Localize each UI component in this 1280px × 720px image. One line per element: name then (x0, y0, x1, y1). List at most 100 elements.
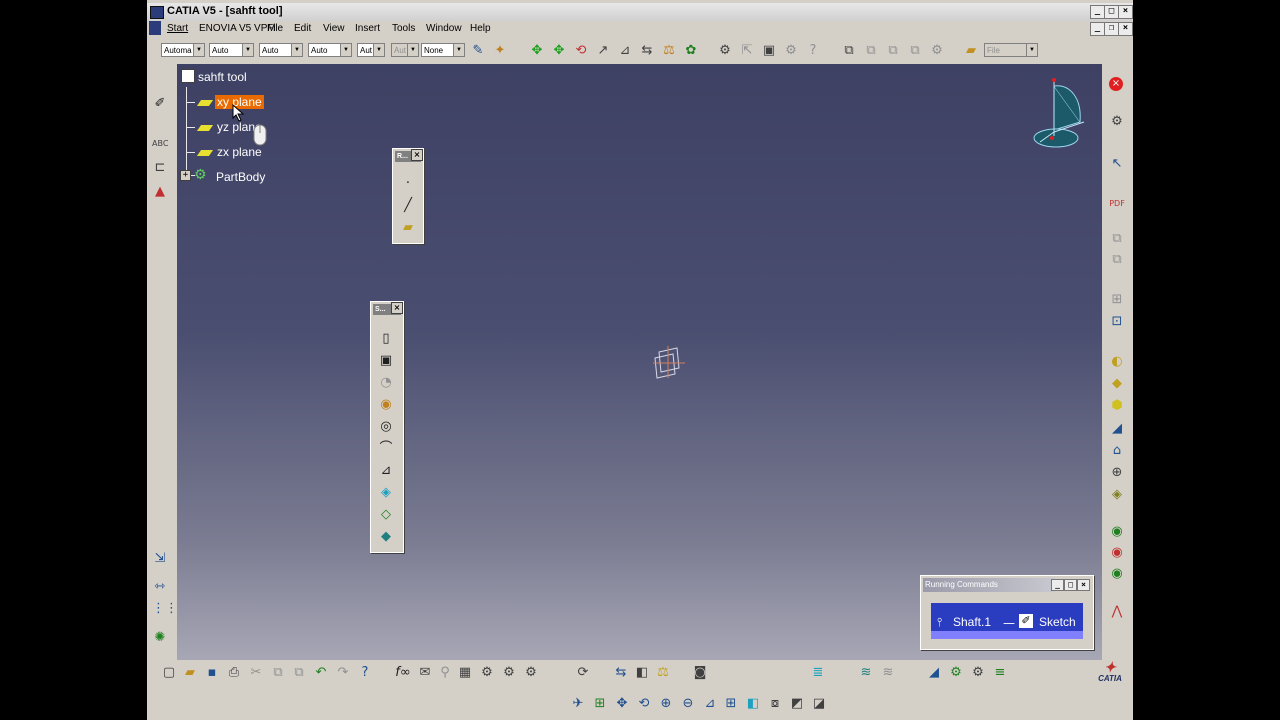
gear-icon[interactable]: ⚙ (970, 665, 986, 681)
point-icon[interactable]: · (399, 175, 417, 193)
remove-icon[interactable]: ◉ (1109, 545, 1125, 561)
assembly-icon[interactable]: ⚙ (948, 665, 964, 681)
menu-view[interactable]: View (323, 23, 345, 34)
pan-view-icon[interactable]: ✥ (614, 696, 630, 712)
hide-show-icon[interactable]: ◧ (634, 665, 650, 681)
catia-app-icon[interactable] (150, 6, 164, 19)
menu-tools[interactable]: Tools (392, 23, 415, 34)
tree-item-partbody[interactable]: PartBody (216, 170, 265, 184)
close-button[interactable]: × (1118, 5, 1133, 19)
parameters-icon[interactable]: ⚙ (929, 43, 945, 59)
analysis-tool-icon[interactable]: ≡ (992, 665, 1008, 681)
update-icon[interactable]: ⟳ (575, 665, 591, 681)
feature-icon[interactable]: ◢ (926, 665, 942, 681)
doc-restore-button[interactable]: ❐ (1104, 22, 1119, 36)
help-icon[interactable]: ? (805, 43, 821, 59)
color-combo[interactable]: Automa ▼ (161, 43, 205, 57)
fillet-icon[interactable]: ◐ (1109, 354, 1125, 370)
frame-icon[interactable]: ⊡ (1109, 314, 1125, 330)
transparency-combo[interactable]: Auto ▼ (209, 43, 254, 57)
cut-icon[interactable]: ✂ (248, 665, 264, 681)
shading-icon[interactable]: ⧇ (767, 696, 783, 712)
maximize-button[interactable]: □ (1104, 5, 1119, 19)
menu-start[interactable]: Start (167, 23, 188, 34)
running-minimize-button[interactable]: _ (1051, 579, 1064, 591)
text-icon[interactable]: ABC (152, 136, 168, 152)
measure-icon[interactable]: ⇆ (639, 43, 655, 59)
running-maximize-button[interactable]: □ (1064, 579, 1077, 591)
constraint-tool-icon[interactable]: ⇿ (152, 579, 168, 595)
reference-icon[interactable]: ⊏ (152, 160, 168, 176)
whats-this-icon[interactable]: ? (357, 665, 373, 681)
knowledge-icon[interactable]: ⚲ (437, 665, 453, 681)
hole-icon[interactable]: ◎ (377, 418, 395, 436)
menu-edit[interactable]: Edit (294, 23, 311, 34)
thread-icon[interactable]: ◈ (1109, 487, 1125, 503)
menu-enovia[interactable]: ENOVIA V5 VPM (199, 23, 276, 34)
boolean-icon[interactable]: ◉ (1109, 524, 1125, 540)
normal-view-icon[interactable]: ⊿ (702, 696, 718, 712)
zoom-out-icon[interactable]: ⊖ (680, 696, 696, 712)
apply-icon[interactable]: ⚙ (783, 43, 799, 59)
exit-workbench-icon[interactable]: × (1109, 77, 1123, 91)
tree-item-zx-plane[interactable]: zx plane (217, 145, 262, 159)
pdf-icon[interactable]: PDF (1109, 196, 1125, 212)
law-icon[interactable]: ⚙ (501, 665, 517, 681)
sketcher-icon[interactable]: ✐ (152, 96, 168, 112)
expand-toggle-icon[interactable]: + (180, 170, 191, 181)
menu-file[interactable]: File (267, 23, 283, 34)
rotate-icon[interactable]: ⟲ (573, 43, 589, 59)
wireframe-icon[interactable]: ≋ (858, 665, 874, 681)
design-table-icon[interactable]: ⚙ (523, 665, 539, 681)
minimize-button[interactable]: _ (1090, 5, 1105, 19)
pan-icon[interactable]: ✥ (529, 43, 545, 59)
target-icon[interactable]: ⊕ (1109, 465, 1125, 481)
zoom-in-icon[interactable]: ⊕ (658, 696, 674, 712)
camera-icon[interactable]: ◙ (692, 665, 708, 681)
undo-icon[interactable]: ↶ (313, 665, 329, 681)
running-close-button[interactable]: × (1077, 579, 1090, 591)
paste-icon[interactable]: ⧉ (1109, 252, 1125, 268)
menu-window[interactable]: Window (426, 23, 462, 34)
scale-icon[interactable]: ⇱ (739, 43, 755, 59)
fly-mode-icon[interactable]: ✦ (492, 43, 508, 59)
point-symbol-combo[interactable]: Aut ▼ (357, 43, 385, 57)
doc-close-button[interactable]: × (1118, 22, 1133, 36)
open-folder-icon[interactable]: ▰ (963, 43, 979, 59)
color-icon[interactable]: ▲ (152, 184, 168, 200)
render-icon[interactable]: ▣ (761, 43, 777, 59)
publish-icon[interactable]: ⧉ (863, 43, 879, 59)
paste-tool-icon[interactable]: ⧉ (291, 665, 307, 681)
line-thickness-combo[interactable]: Auto ▼ (259, 43, 303, 57)
document-icon[interactable] (149, 21, 161, 35)
swap-icon[interactable]: ⇆ (613, 665, 629, 681)
draft-icon[interactable]: ⬢ (1109, 398, 1125, 414)
running-command-shaft[interactable]: Shaft.1 (953, 615, 991, 629)
file-combo[interactable]: File ▼ (984, 43, 1038, 57)
thickness-icon[interactable]: ⌂ (1109, 443, 1125, 459)
mirror-icon[interactable]: ⋀ (1109, 604, 1125, 620)
grid-icon[interactable]: ⋮⋮ (152, 601, 178, 617)
print-icon[interactable]: ⎙ (226, 665, 242, 681)
multi-view-icon[interactable]: ⊞ (723, 696, 739, 712)
hybrid-icon[interactable]: ≋ (880, 665, 896, 681)
intersect-icon[interactable]: ◉ (1109, 566, 1125, 582)
close-icon[interactable]: × (411, 149, 423, 161)
weight-icon[interactable]: ⚖ (655, 665, 671, 681)
table-icon[interactable]: ▦ (457, 665, 473, 681)
replace-icon[interactable]: ⧉ (907, 43, 923, 59)
pad-icon[interactable]: ▯ (377, 330, 395, 348)
rendering-style-combo[interactable]: Aut ▼ (391, 43, 419, 57)
grid-tool-icon[interactable]: ⊞ (1109, 292, 1125, 308)
swap-space-icon[interactable]: ◪ (811, 696, 827, 712)
settings-icon[interactable]: ⚙ (1109, 114, 1125, 130)
groove-icon[interactable]: ◉ (377, 396, 395, 414)
shaft-icon[interactable]: ◔ (377, 374, 395, 392)
sensor-icon[interactable]: ✺ (152, 630, 168, 646)
slot-icon[interactable]: ⊿ (377, 462, 395, 480)
layers-icon[interactable]: ≣ (810, 665, 826, 681)
stiffener-icon[interactable]: ◈ (377, 484, 395, 502)
links-icon[interactable]: ⧉ (841, 43, 857, 59)
compass-icon[interactable] (1032, 74, 1102, 154)
new-icon[interactable]: ▢ (161, 665, 177, 681)
